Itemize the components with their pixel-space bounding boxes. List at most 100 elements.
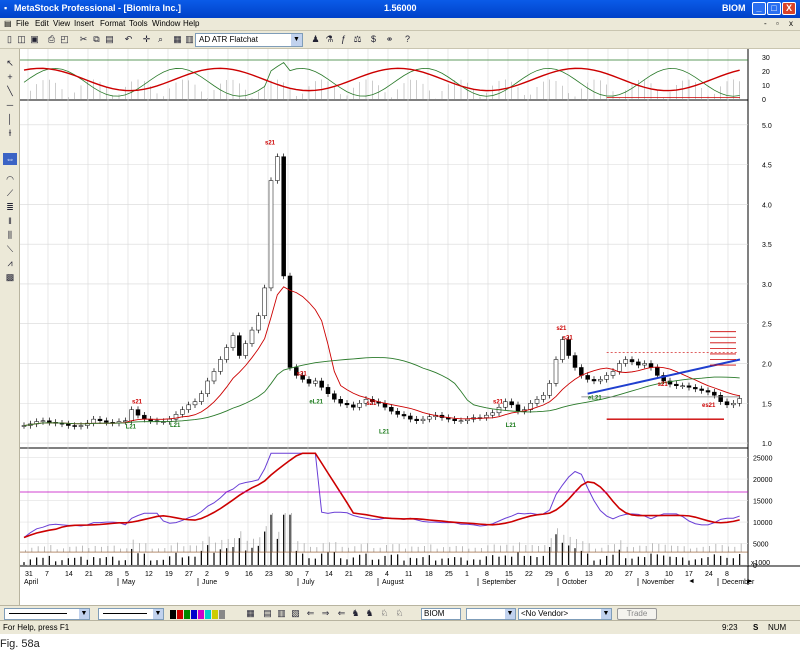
chart-icon[interactable]: ▦ [245, 608, 256, 619]
menu-edit[interactable]: Edit [35, 19, 49, 28]
chart-window[interactable]: 31 7 14 21 28 5 12 19 27 2 9 16 23 30 7 14 21 28 4 11 18 25 1 8… [17, 49, 800, 605]
color-swatch[interactable] [205, 610, 211, 619]
layout-icon[interactable]: ▤ [262, 608, 273, 619]
color-swatch[interactable] [191, 610, 197, 619]
menu-file[interactable]: File [16, 19, 29, 28]
print-preview-icon[interactable]: ◰ [59, 34, 70, 45]
color-swatch[interactable] [184, 610, 190, 619]
candle [40, 420, 46, 423]
crosshair-icon[interactable]: ✛ [141, 34, 152, 45]
fibonacci-icon[interactable]: ≣ [3, 201, 17, 213]
paste-icon[interactable]: ▤ [104, 34, 115, 45]
candle [712, 391, 717, 396]
channel-icon[interactable]: ⫼ [3, 229, 17, 241]
fan-icon[interactable]: ⟋ [3, 187, 17, 199]
grid-icon[interactable]: ▩ [3, 271, 17, 283]
pointer-icon[interactable]: ↖ [3, 57, 17, 69]
menu-insert[interactable]: Insert [74, 19, 94, 28]
arc-icon[interactable]: ◠ [3, 173, 17, 185]
crosshair-tool-icon[interactable]: + [3, 71, 17, 83]
mdi-minimize-button[interactable]: - [764, 19, 767, 28]
line-style-select[interactable]: ▼ [4, 608, 90, 620]
minimize-button[interactable]: _ [752, 2, 766, 15]
arrow-icon[interactable]: ⇐ [336, 608, 347, 619]
color-swatch[interactable] [170, 610, 176, 619]
save-icon[interactable]: ▣ [29, 34, 40, 45]
layout-icon[interactable]: ▧ [290, 608, 301, 619]
security-select[interactable]: ▼ [466, 608, 516, 620]
explorer-icon[interactable]: ⚖ [352, 34, 363, 45]
date-tick-label: 13 [585, 571, 593, 578]
menu-window[interactable]: Window [152, 19, 180, 28]
layout-icon[interactable]: ▥ [276, 608, 287, 619]
candle [566, 339, 571, 356]
candle [268, 180, 274, 289]
date-tick-label: 22 [525, 571, 533, 578]
indicator-icon[interactable]: ▥ [184, 34, 195, 45]
price-chart[interactable]: 31 7 14 21 28 5 12 19 27 2 9 16 23 30 7 14 21 28 4 11 18 25 1 8… [17, 49, 800, 605]
menu-help[interactable]: Help [183, 19, 199, 28]
vendor-select[interactable]: <No Vendor> ▼ [518, 608, 612, 620]
window-title: MetaStock Professional - [Biomira Inc.] [14, 3, 182, 13]
color-swatch[interactable] [219, 610, 225, 619]
trendline-icon[interactable]: ╲ [3, 85, 17, 97]
date-tick-label: 12 [145, 571, 153, 578]
menu-view[interactable]: View [53, 19, 70, 28]
candle [218, 359, 223, 372]
candle [534, 399, 540, 404]
date-tick-label: 30 [285, 571, 293, 578]
menu-tools[interactable]: Tools [129, 19, 148, 28]
money-icon[interactable]: $ [368, 34, 379, 45]
trade-button[interactable]: Trade [617, 608, 657, 620]
expert-icon[interactable]: ♟ [310, 34, 321, 45]
text-tool-icon[interactable]: Ɨ [3, 127, 17, 139]
binoculars-icon[interactable]: ⚭ [384, 34, 395, 45]
color-palette[interactable] [170, 607, 228, 620]
template-select[interactable]: AD ATR Flatchat ▼ [195, 33, 303, 47]
zoom-icon[interactable]: ⌕ [155, 34, 166, 45]
gann-icon[interactable]: ⟍ [3, 243, 17, 255]
formula-icon[interactable]: ƒ [338, 34, 349, 45]
expert-bull-icon[interactable]: ♘ [379, 608, 390, 619]
candle [452, 418, 457, 422]
symbol-field[interactable]: BIOM [421, 608, 461, 620]
doc-icon[interactable]: ▤ [4, 19, 12, 28]
time-zones-icon[interactable]: ‖ [3, 215, 17, 227]
expert-bear-icon[interactable]: ♘ [394, 608, 405, 619]
color-swatch[interactable] [212, 610, 218, 619]
candle [224, 347, 229, 360]
signal-label: s21 [658, 382, 669, 388]
cycle-lines-icon[interactable]: ⇔ [3, 153, 17, 165]
color-swatch[interactable] [198, 610, 204, 619]
system-tester-icon[interactable]: ⚗ [324, 34, 335, 45]
menu-format[interactable]: Format [100, 19, 125, 28]
open-icon[interactable]: ◫ [16, 34, 27, 45]
arrow-right-icon[interactable]: ⇒ [320, 608, 331, 619]
bull-icon[interactable]: ♞ [350, 608, 361, 619]
undo-icon[interactable]: ↶ [123, 34, 134, 45]
horizontal-line-icon[interactable]: ─ [3, 99, 17, 111]
mdi-close-button[interactable]: x [789, 19, 793, 28]
template-icon[interactable]: ▦ [172, 34, 183, 45]
color-swatch[interactable] [177, 610, 183, 619]
candle [515, 404, 521, 412]
bear-icon[interactable]: ♞ [364, 608, 375, 619]
copy-icon[interactable]: ⧉ [91, 34, 102, 45]
print-icon[interactable]: ⎙ [46, 34, 57, 45]
line-weight-select[interactable]: ▼ [98, 608, 164, 620]
candle [598, 379, 603, 382]
candle [211, 371, 217, 382]
date-tick-label: 28 [105, 571, 113, 578]
date-tick-label: 28 [365, 571, 373, 578]
close-button[interactable]: X [782, 2, 796, 15]
help-context-icon[interactable]: ? [402, 34, 413, 45]
maximize-button[interactable]: □ [767, 2, 781, 15]
cut-icon[interactable]: ✂ [78, 34, 89, 45]
arrow-left-icon[interactable]: ⇐ [305, 608, 316, 619]
candle [256, 315, 261, 331]
mdi-restore-button[interactable]: ▫ [776, 19, 779, 28]
vertical-line-icon[interactable]: │ [3, 113, 17, 125]
new-icon[interactable]: ▯ [4, 34, 15, 45]
speed-lines-icon[interactable]: ⩘ [3, 257, 17, 269]
status-time: 9:23 [722, 623, 738, 632]
